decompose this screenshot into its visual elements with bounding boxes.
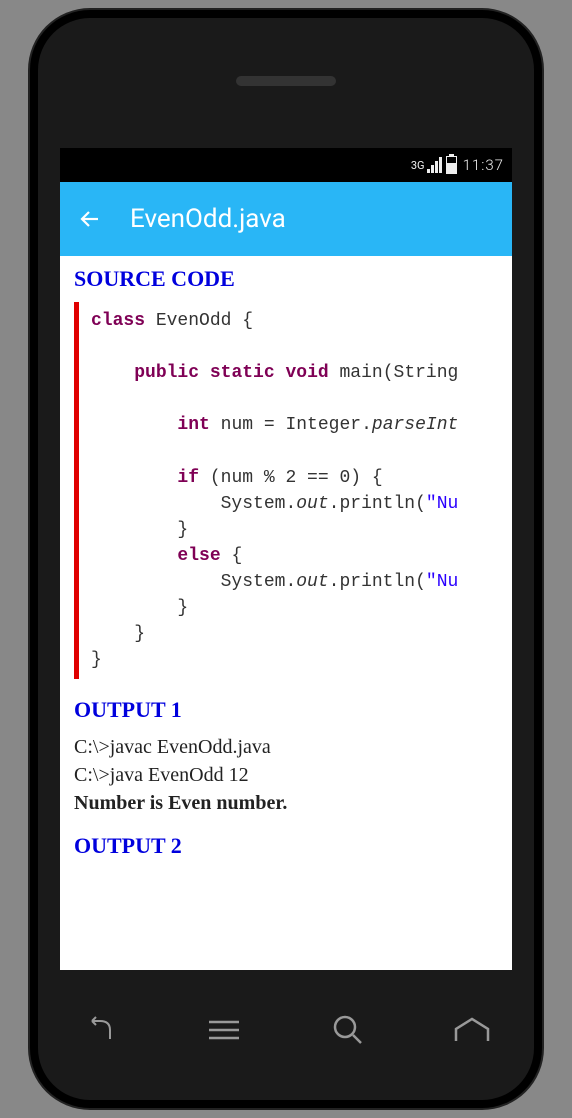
phone-frame: 3G 11:37 EvenOdd.java SOURCE CODE [30, 10, 542, 1108]
status-bar: 3G 11:37 [60, 148, 512, 182]
app-title: EvenOdd.java [130, 204, 286, 234]
output1-line2: C:\>java EvenOdd 12 [74, 761, 498, 789]
signal-icon [427, 157, 442, 173]
menu-nav-button[interactable] [194, 1000, 254, 1060]
content-area[interactable]: SOURCE CODE class EvenOdd { public stati… [60, 256, 512, 970]
app-bar: EvenOdd.java [60, 182, 512, 256]
phone-earpiece [236, 76, 336, 86]
device-screen: 3G 11:37 EvenOdd.java SOURCE CODE [60, 148, 512, 970]
hardware-nav-buttons [38, 990, 534, 1070]
network-label: 3G [411, 160, 425, 171]
search-nav-button[interactable] [318, 1000, 378, 1060]
status-clock: 11:37 [463, 156, 504, 174]
battery-icon [446, 156, 457, 174]
output1-line1: C:\>javac EvenOdd.java [74, 733, 498, 761]
source-code-heading: SOURCE CODE [74, 266, 498, 292]
back-nav-button[interactable] [70, 1000, 130, 1060]
output1-result: Number is Even number. [74, 789, 498, 817]
home-nav-button[interactable] [442, 1000, 502, 1060]
output1-heading: OUTPUT 1 [74, 697, 498, 723]
output1-block: C:\>javac EvenOdd.java C:\>java EvenOdd … [74, 733, 498, 817]
source-code-block: class EvenOdd { public static void main(… [74, 302, 498, 679]
output2-heading: OUTPUT 2 [74, 833, 498, 859]
back-button[interactable] [78, 207, 102, 231]
phone-inner: 3G 11:37 EvenOdd.java SOURCE CODE [38, 18, 534, 1100]
